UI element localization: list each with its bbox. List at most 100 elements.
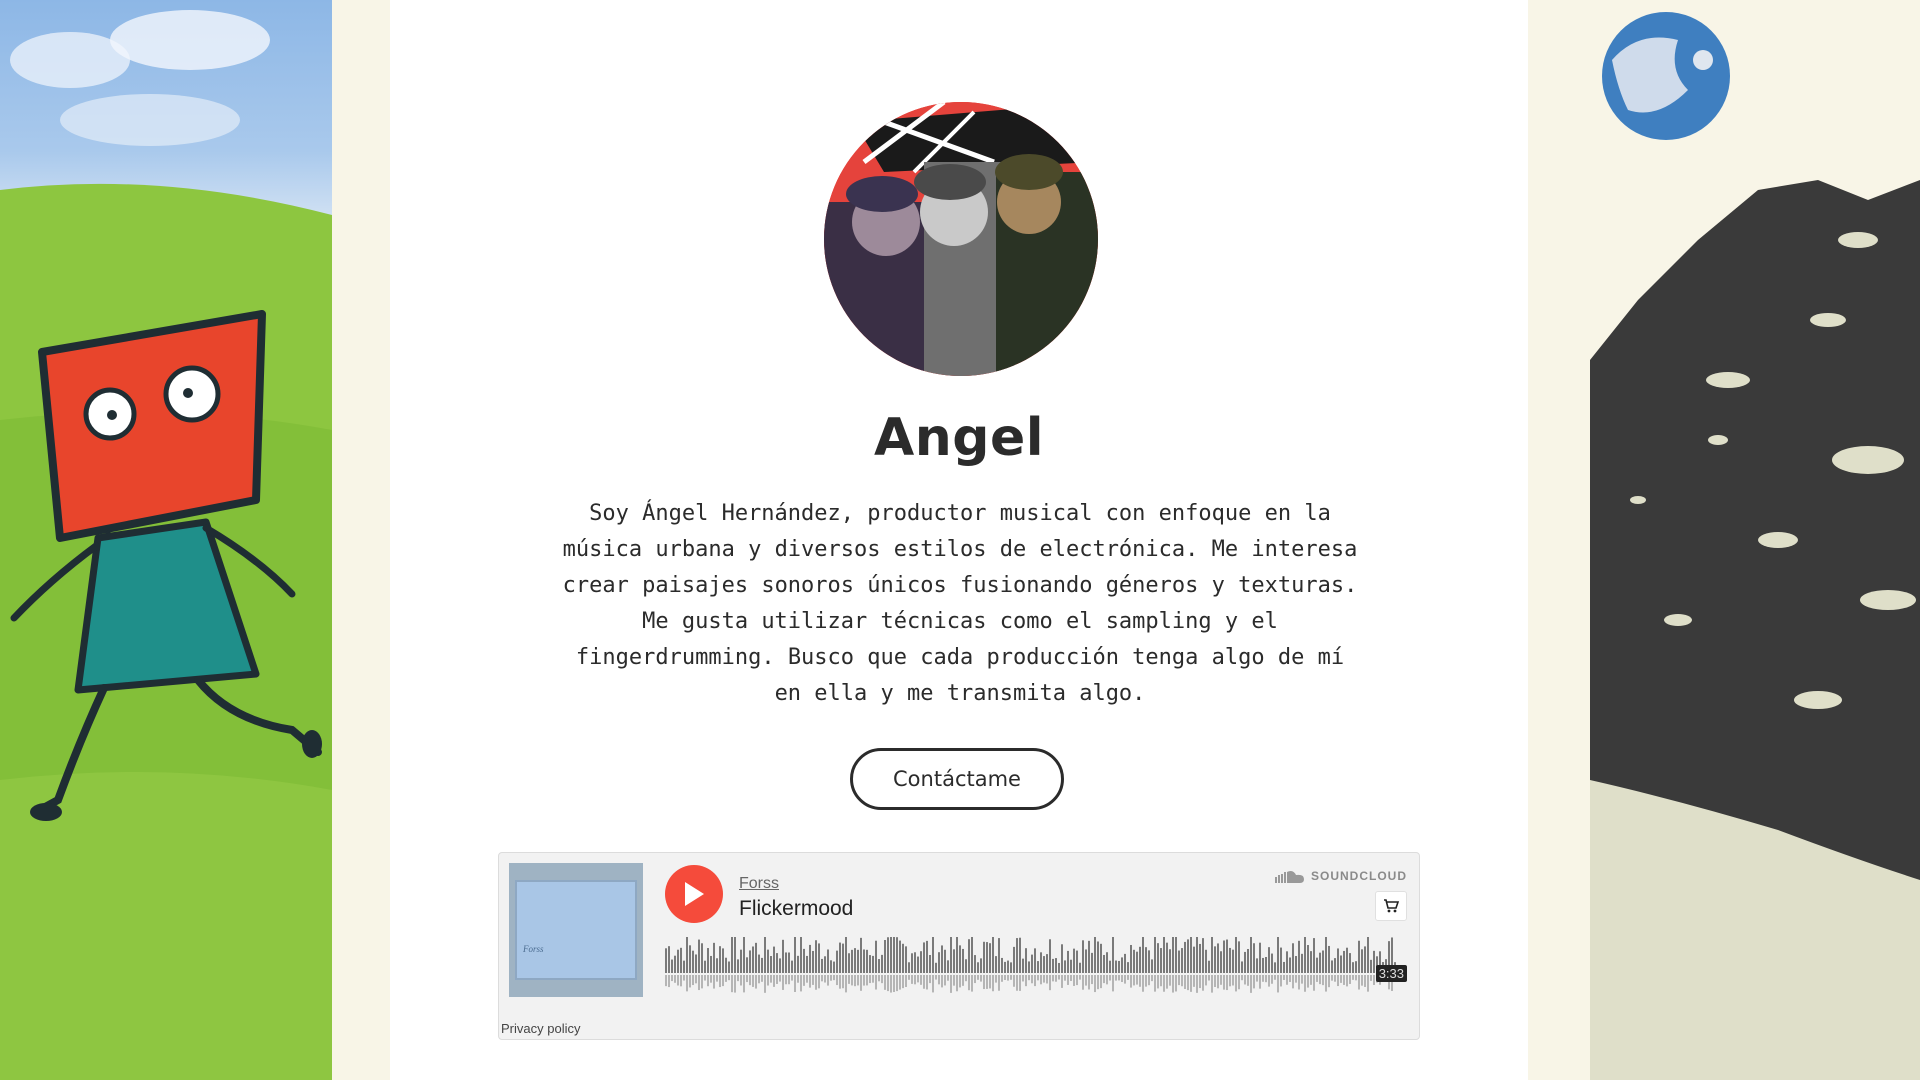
waveform-bar-reflection: [1223, 975, 1225, 990]
waveform-bar: [1025, 948, 1027, 973]
waveform-bar-reflection: [1235, 975, 1237, 992]
waveform-bar: [863, 949, 865, 973]
waveform-bar: [869, 955, 871, 973]
waveform-bar: [1106, 952, 1108, 973]
waveform-bar-reflection: [1031, 975, 1033, 984]
waveform-bar-reflection: [1301, 975, 1303, 984]
waveform-bar-reflection: [1319, 975, 1321, 985]
waveform-bar: [1094, 937, 1096, 973]
play-button[interactable]: [665, 865, 723, 923]
waveform-bar: [737, 959, 739, 973]
waveform-bar-reflection: [1295, 975, 1297, 983]
waveform-bar: [1361, 949, 1363, 973]
waveform-bar-reflection: [974, 975, 976, 984]
waveform-bar: [1373, 950, 1375, 973]
waveform-bar-reflection: [1121, 975, 1123, 983]
buy-button[interactable]: [1375, 891, 1407, 921]
waveform-bar: [971, 937, 973, 973]
waveform-bar-reflection: [1106, 975, 1108, 985]
track-title[interactable]: Flickermood: [739, 897, 853, 921]
waveform-bar-reflection: [863, 975, 865, 986]
waveform-bar-reflection: [1220, 975, 1222, 985]
waveform-bar: [989, 943, 991, 973]
waveform-bar-reflection: [1181, 975, 1183, 987]
waveform-bar: [857, 949, 859, 973]
waveform-bar: [671, 959, 673, 973]
waveform-bar-reflection: [1100, 975, 1102, 989]
waveform-bar: [764, 937, 766, 973]
waveform-bar-reflection: [902, 975, 904, 989]
waveform-bar: [1256, 958, 1258, 973]
waveform-bar-reflection: [989, 975, 991, 989]
waveform-bar-reflection: [1199, 975, 1201, 989]
soundcloud-logo[interactable]: SOUNDCLOUD: [1275, 869, 1407, 883]
waveform-bar: [1199, 943, 1201, 973]
waveform-bar-reflection: [1265, 975, 1267, 983]
waveform-bar: [1223, 940, 1225, 973]
waveform-bar: [1136, 951, 1138, 973]
contact-button[interactable]: Contáctame: [850, 748, 1064, 810]
waveform-bar: [818, 943, 820, 973]
waveform-bar-reflection: [1229, 975, 1231, 987]
waveform-bar-reflection: [1331, 975, 1333, 981]
waveform-bar-reflection: [833, 975, 835, 981]
waveform-bar-reflection: [1214, 975, 1216, 987]
waveform-bar: [1196, 937, 1198, 973]
waveform-bar-reflection: [896, 975, 898, 992]
waveform-bar-reflection: [950, 975, 952, 993]
waveform-bar: [1061, 944, 1063, 973]
waveform-bar: [770, 956, 772, 973]
profile-avatar: [824, 102, 1098, 376]
waveform-bar: [890, 937, 892, 973]
waveform-bar-reflection: [890, 975, 892, 993]
waveform-bar: [1205, 949, 1207, 973]
waveform-bar-reflection: [1262, 975, 1264, 982]
profile-name: Angel: [873, 408, 1045, 468]
waveform-bar-reflection: [1085, 975, 1087, 986]
waveform-bar-reflection: [1145, 975, 1147, 987]
waveform-bar-reflection: [1322, 975, 1324, 986]
waveform-bar-reflection: [749, 975, 751, 986]
waveform-bar: [1274, 962, 1276, 973]
waveform-bar: [1289, 957, 1291, 973]
waveform-bar-reflection: [1346, 975, 1348, 987]
waveform-bar: [695, 954, 697, 973]
waveform-bar: [1316, 957, 1318, 973]
waveform-bar-reflection: [1055, 975, 1057, 982]
album-artwork[interactable]: Forss: [509, 863, 643, 997]
waveform-bar-reflection: [683, 975, 685, 981]
waveform-bar-reflection: [872, 975, 874, 983]
waveform-bar: [812, 950, 814, 973]
waveform-bar-reflection: [1268, 975, 1270, 987]
waveform-bar: [1103, 954, 1105, 973]
track-artist-link[interactable]: Forss: [739, 875, 779, 893]
waveform-bar: [1007, 960, 1009, 973]
waveform-bar-reflection: [773, 975, 775, 987]
waveform-bar-reflection: [1067, 975, 1069, 985]
waveform-bar-reflection: [1046, 975, 1048, 984]
privacy-policy-link[interactable]: Privacy policy: [501, 1021, 580, 1036]
waveform-bar: [1310, 951, 1312, 973]
waveform-bar: [833, 961, 835, 973]
waveform-bar: [1328, 945, 1330, 973]
waveform-bar: [719, 946, 721, 973]
waveform-bar-reflection: [1151, 975, 1153, 982]
waveform-bar: [1346, 947, 1348, 973]
waveform-bar-reflection: [944, 975, 946, 986]
waveform[interactable]: [665, 937, 1405, 997]
waveform-bar-reflection: [1169, 975, 1171, 986]
waveform-bar: [1295, 956, 1297, 973]
waveform-bar: [1169, 949, 1171, 973]
waveform-bar-reflection: [1277, 975, 1279, 993]
waveform-bar-reflection: [1166, 975, 1168, 989]
waveform-bar: [752, 946, 754, 973]
waveform-bar-reflection: [704, 975, 706, 981]
waveform-bar: [1067, 950, 1069, 973]
waveform-bar: [932, 937, 934, 973]
waveform-bar: [911, 953, 913, 973]
waveform-bar: [1022, 958, 1024, 973]
waveform-bar-reflection: [1187, 975, 1189, 991]
waveform-bar-reflection: [1304, 975, 1306, 992]
waveform-bar-reflection: [1367, 975, 1369, 992]
waveform-bar: [767, 949, 769, 973]
